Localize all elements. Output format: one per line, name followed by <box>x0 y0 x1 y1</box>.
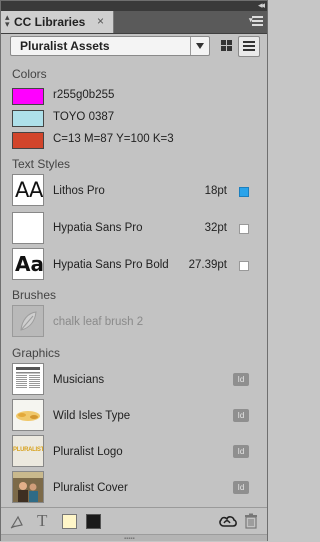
indesign-badge: Id <box>233 445 249 458</box>
panel-tab-bar: ▴ ▾ CC Libraries × ▾ <box>1 11 267 34</box>
list-view-button[interactable] <box>238 36 260 57</box>
creative-cloud-icon[interactable] <box>218 513 238 529</box>
add-stroke-color-icon[interactable] <box>86 514 101 529</box>
tab-cc-libraries[interactable]: ▴ ▾ CC Libraries × <box>1 11 114 33</box>
text-style-preview-glyph: Aa <box>15 252 44 276</box>
color-swatch <box>12 88 44 105</box>
color-swatch <box>12 132 44 149</box>
add-fill-color-icon[interactable] <box>62 514 77 529</box>
panel-footer: T <box>1 507 267 535</box>
tab-drag-arrows-icon[interactable]: ▴ ▾ <box>5 13 10 29</box>
logo-thumb-text: PLURALIST <box>13 447 44 453</box>
text-style-preview: AA <box>12 174 44 206</box>
color-label: r255g0b255 <box>53 89 115 101</box>
collapse-panel-icon[interactable]: ◂◂ <box>258 0 265 11</box>
add-text-style-icon[interactable]: T <box>37 511 47 531</box>
library-select[interactable]: Pluralist Assets <box>10 36 210 56</box>
color-label: TOYO 0387 <box>53 111 115 123</box>
grid-view-button[interactable] <box>215 36 235 56</box>
leaf-brush-icon <box>12 305 44 337</box>
text-style-name: Lithos Pro <box>53 185 105 197</box>
graphic-name: Pluralist Logo <box>53 446 123 458</box>
text-style-preview: Aa <box>12 248 44 280</box>
graphics-section-header: Graphics <box>12 346 61 360</box>
indesign-badge: Id <box>233 481 249 494</box>
text-style-preview-glyph: AA <box>15 178 43 202</box>
resize-grip[interactable]: ▪▪▪▪▪ <box>1 534 267 542</box>
text-style-checkbox[interactable] <box>239 187 249 197</box>
color-swatch <box>12 110 44 127</box>
graphic-name: Wild Isles Type <box>53 410 131 422</box>
graphic-thumbnail <box>12 471 44 503</box>
trash-icon[interactable] <box>244 513 258 529</box>
text-style-size: 27.39pt <box>188 259 227 271</box>
text-style-preview <box>12 212 44 244</box>
brushes-section-header: Brushes <box>12 288 57 302</box>
panel-menu-icon[interactable]: ▾ <box>249 16 263 28</box>
indesign-badge: Id <box>233 409 249 422</box>
text-style-size: 18pt <box>204 185 227 197</box>
color-label: C=13 M=87 Y=100 K=3 <box>53 133 174 145</box>
graphic-thumbnail: PLURALIST <box>12 435 44 467</box>
add-graphic-icon[interactable] <box>9 514 25 530</box>
text-style-name: Hypatia Sans Pro <box>53 222 143 234</box>
text-styles-section-header: Text Styles <box>12 157 71 171</box>
chevron-down-icon[interactable] <box>190 37 209 55</box>
text-style-checkbox[interactable] <box>239 261 249 271</box>
colors-section-header: Colors <box>12 67 47 81</box>
library-select-value: Pluralist Assets <box>20 39 110 53</box>
graphic-thumbnail <box>12 399 44 431</box>
graphic-thumbnail <box>12 363 44 395</box>
tab-close-icon[interactable]: × <box>97 14 104 28</box>
panel-top-strip: ◂◂ <box>1 0 267 11</box>
indesign-badge: Id <box>233 373 249 386</box>
cc-libraries-panel: ◂◂ ▴ ▾ CC Libraries × ▾ Pluralist Assets … <box>0 0 268 542</box>
text-style-checkbox[interactable] <box>239 224 249 234</box>
brush-name: chalk leaf brush 2 <box>53 316 144 328</box>
text-style-name: Hypatia Sans Pro Bold <box>53 259 169 271</box>
graphic-name: Pluralist Cover <box>53 482 128 494</box>
text-style-size: 32pt <box>204 222 227 234</box>
graphic-name: Musicians <box>53 374 105 386</box>
tab-title: CC Libraries <box>14 15 86 29</box>
